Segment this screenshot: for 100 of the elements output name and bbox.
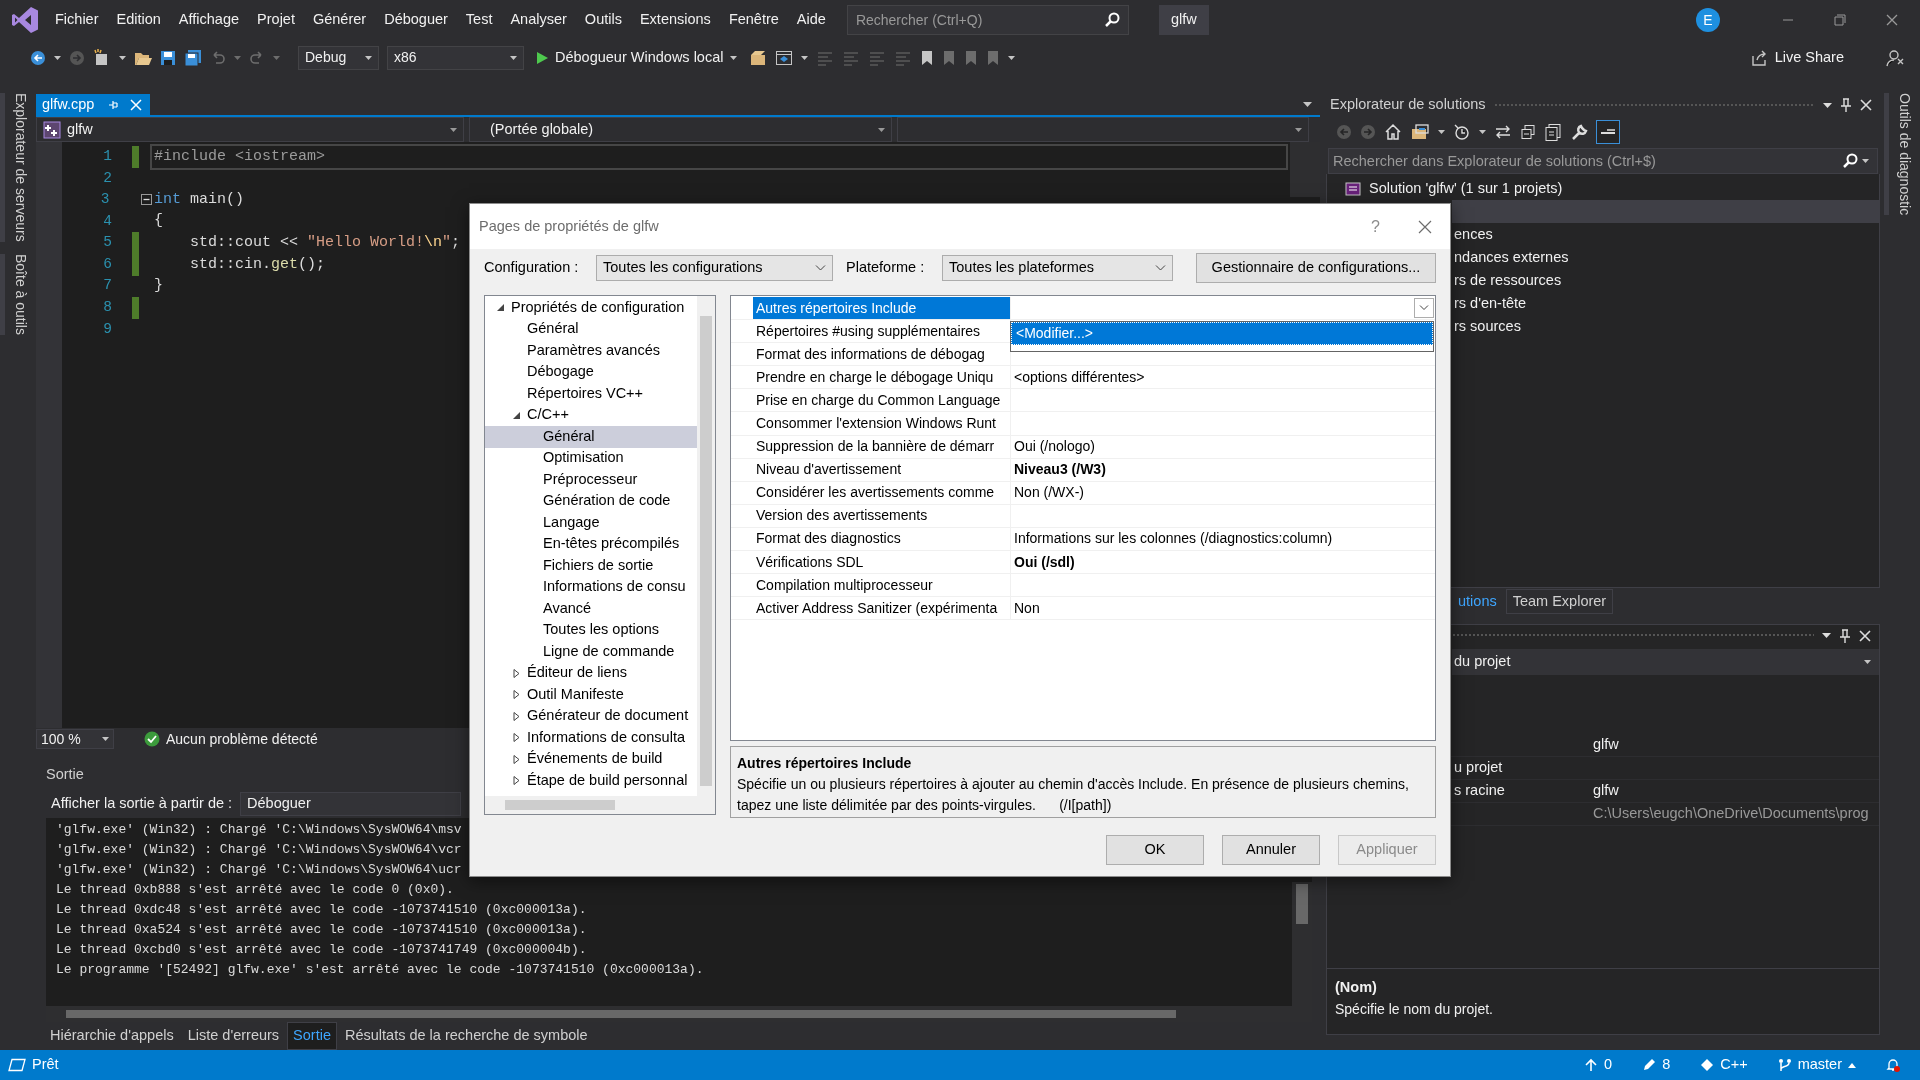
tree-item[interactable]: Langage (543, 511, 600, 534)
package-icon[interactable] (749, 48, 768, 67)
caret-icon[interactable] (1479, 130, 1486, 134)
expand-arrow-icon[interactable] (495, 303, 505, 313)
tree-item[interactable]: Toutes les options (543, 619, 660, 642)
collapse-icon[interactable] (141, 194, 152, 206)
menu-item[interactable]: Fichier (46, 9, 108, 31)
caret-icon[interactable] (54, 55, 61, 60)
folders-icon[interactable] (1410, 123, 1430, 141)
feedback-icon[interactable] (1886, 48, 1904, 67)
menu-item[interactable]: Outils (575, 9, 631, 31)
tree-item[interactable]: Informations de consulta (527, 726, 685, 749)
menu-item[interactable]: Aide (787, 9, 835, 31)
tree-item[interactable]: Éditeur de liens (527, 662, 627, 685)
scope-dropdown[interactable]: (Portée globale) (469, 117, 892, 142)
property-name[interactable]: Prise en charge du Common Language (753, 389, 1010, 412)
chevron-icon[interactable] (1419, 305, 1429, 312)
property-name[interactable]: Format des diagnostics (753, 527, 1010, 551)
copy-icon[interactable] (1544, 123, 1562, 141)
expand-arrow-icon[interactable] (511, 410, 521, 420)
dropdown-icon[interactable] (1303, 102, 1312, 107)
wrench-icon[interactable] (1570, 123, 1588, 141)
status-item[interactable]: master (1797, 1054, 1842, 1076)
scrollbar[interactable] (485, 796, 715, 814)
caret-icon[interactable] (102, 737, 109, 741)
expand-arrow-icon[interactable] (511, 711, 521, 721)
property-name[interactable]: Activer Address Sanitizer (expérimenta (753, 597, 1010, 620)
caret-icon[interactable] (1295, 127, 1302, 132)
tree-item[interactable]: Événements de build (527, 748, 663, 771)
home-icon[interactable] (1384, 123, 1402, 141)
sync-icon[interactable] (1494, 124, 1512, 140)
dropdown-icon[interactable] (1822, 633, 1831, 638)
tree-item[interactable]: ences (1454, 223, 1493, 246)
close-icon[interactable] (1886, 14, 1898, 26)
property-value[interactable]: glfw (1593, 779, 1619, 802)
caret-icon[interactable] (1848, 1062, 1856, 1068)
caret-icon[interactable] (119, 55, 126, 60)
panel-tab[interactable]: Sortie (287, 1022, 337, 1050)
panel-tab[interactable]: Hiérarchie d'appels (44, 1022, 180, 1050)
share-icon[interactable] (1750, 49, 1767, 66)
property-name[interactable]: Consommer l'extension Windows Runt (753, 412, 1010, 435)
browser-icon[interactable] (775, 48, 794, 67)
scrollbar[interactable] (1290, 142, 1320, 197)
configuration-dropdown[interactable]: Debug (298, 45, 379, 70)
tree-item[interactable]: En-têtes précompilés (543, 533, 680, 556)
save-icon[interactable] (160, 49, 176, 66)
menu-item[interactable]: Déboguer (375, 9, 457, 31)
tree-item[interactable]: Propriétés de configuration (511, 296, 685, 319)
status-item[interactable]: 8 (1662, 1054, 1671, 1076)
tree-item[interactable]: Ligne de commande (543, 640, 675, 663)
panel-tab[interactable]: Résultats de la recherche de symbole (339, 1022, 594, 1050)
save-all-icon[interactable] (184, 48, 202, 67)
expand-arrow-icon[interactable] (511, 690, 521, 700)
pin-icon[interactable] (1840, 98, 1852, 112)
caret-icon[interactable] (878, 127, 885, 132)
property-name[interactable]: Suppression de la bannière de démarr (753, 435, 1010, 458)
zoom-dropdown[interactable]: 100 % (36, 729, 114, 749)
scrollbar[interactable] (697, 296, 715, 796)
bell-icon[interactable] (1886, 1058, 1900, 1072)
caret-icon[interactable] (1864, 659, 1871, 664)
panel-tab[interactable]: Liste d'erreurs (181, 1022, 286, 1050)
platform-dropdown[interactable]: Toutes les plateformes (942, 255, 1173, 281)
property-name[interactable]: Prendre en charge le débogage Uniqu (753, 366, 1010, 389)
menu-item[interactable]: Test (456, 9, 502, 31)
property-value[interactable]: Oui (/sdl) (1014, 551, 1075, 573)
property-name[interactable]: Considérer les avertissements comme (753, 481, 1010, 504)
configuration-dropdown[interactable]: Toutes les configurations (596, 255, 833, 281)
history-icon[interactable] (1453, 123, 1471, 141)
preview-icon[interactable] (1596, 120, 1620, 144)
tree-item[interactable]: Générateur de document (527, 705, 689, 728)
object-dropdown[interactable]: du projet (1452, 648, 1879, 675)
dialog-button[interactable]: Annuler (1222, 835, 1320, 865)
menu-item[interactable]: Affichage (169, 9, 249, 31)
collapse-all-icon[interactable] (1520, 124, 1536, 140)
restore-icon[interactable] (1834, 14, 1846, 26)
tree-item[interactable]: Préprocesseur (543, 468, 638, 491)
property-value[interactable]: Non (/WX-) (1014, 482, 1084, 504)
tree-item[interactable]: Débogage (527, 361, 594, 384)
tree-item[interactable]: Étape de build personnal (527, 769, 688, 792)
property-name[interactable]: Version des avertissements (753, 504, 1010, 527)
side-tab[interactable]: Outils de diagnostic (1884, 93, 1920, 216)
tree-item[interactable]: Paramètres avancés (527, 339, 660, 362)
dropdown-option[interactable]: <Modifier...> (1011, 322, 1433, 345)
menu-item[interactable]: Fenêtre (719, 9, 788, 31)
dialog-button[interactable]: OK (1106, 835, 1204, 865)
caret-icon[interactable] (1008, 55, 1016, 60)
panel-tab[interactable]: Team Explorer (1505, 588, 1614, 615)
caret-icon[interactable] (730, 55, 738, 60)
pin-icon[interactable] (1839, 628, 1851, 643)
configuration-manager-button[interactable]: Gestionnaire de configurations... (1196, 253, 1436, 283)
menu-item[interactable]: Analyser (501, 9, 576, 31)
property-name[interactable]: Vérifications SDL (753, 551, 1010, 574)
close-icon[interactable] (1418, 219, 1432, 234)
tree-item[interactable]: Avancé (543, 597, 592, 620)
start-debugging-button[interactable]: Débogueur Windows local (532, 46, 742, 69)
undo-icon[interactable] (210, 49, 226, 66)
menu-item[interactable]: Projet (248, 9, 304, 31)
menu-item[interactable]: Générer (303, 9, 376, 31)
expand-arrow-icon[interactable] (511, 754, 521, 764)
tree-item[interactable]: C/C++ (527, 404, 569, 427)
